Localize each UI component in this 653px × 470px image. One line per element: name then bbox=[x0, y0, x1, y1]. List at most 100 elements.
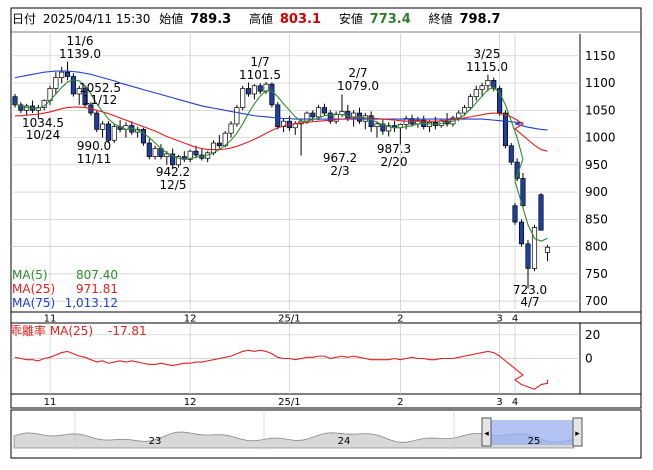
annotation-date: 2/3 bbox=[330, 164, 349, 178]
chart-svg: 1150 1100 1050 1000 950 900 850 800 750 700 11 11 12… bbox=[10, 7, 642, 459]
deviation-tick-label: 20 bbox=[585, 328, 600, 342]
candle-down bbox=[525, 243, 531, 269]
month-tick-label: 11 bbox=[44, 314, 57, 325]
deviation-legend-value: -17.81 bbox=[108, 324, 147, 338]
candle-down bbox=[70, 76, 76, 95]
deviation-legend-name: 乖離率 MA(25) bbox=[10, 323, 93, 338]
candle-up bbox=[100, 123, 106, 130]
candle-down bbox=[12, 96, 18, 106]
month-tick-label: 4 bbox=[512, 314, 518, 325]
deviation-tick-label: 0 bbox=[585, 352, 593, 366]
annotation-price: 1079.0 bbox=[337, 79, 379, 93]
month-tick-label: 11 bbox=[44, 397, 57, 408]
price-tick-label: 900 bbox=[585, 185, 608, 199]
candle-up bbox=[462, 107, 468, 114]
navigator-right-handle[interactable]: ▸ bbox=[572, 417, 583, 447]
annotation-date: 2/20 bbox=[381, 155, 408, 169]
ma-legend-name: MA(5) bbox=[12, 268, 48, 282]
candle-up bbox=[152, 148, 158, 157]
annotation-date: 11/6 bbox=[67, 34, 94, 48]
annotation-price: 1101.5 bbox=[239, 68, 281, 82]
x-axis-strip bbox=[10, 311, 642, 324]
candle-down bbox=[257, 85, 263, 92]
candle-up bbox=[228, 123, 234, 134]
ma-legend-name: MA(25) bbox=[12, 282, 55, 296]
annotation-date: 11/11 bbox=[77, 152, 112, 166]
price-tick-label: 1000 bbox=[585, 131, 616, 145]
annotation-price: 1115.0 bbox=[466, 60, 508, 74]
ma-legend-value: 1,013.12 bbox=[65, 296, 118, 310]
candle-down bbox=[518, 221, 525, 245]
month-tick-label: 4 bbox=[512, 397, 518, 408]
price-tick-label: 750 bbox=[585, 267, 608, 281]
annotation-date: 4/7 bbox=[520, 295, 539, 309]
candle-up bbox=[479, 85, 485, 90]
candle-up bbox=[111, 126, 117, 141]
annotation-price: 990.0 bbox=[77, 139, 111, 153]
annotation-price: 967.2 bbox=[323, 151, 357, 165]
annotation-date: 10/24 bbox=[26, 128, 61, 142]
navigator-right-handle-glyph[interactable]: ▸ bbox=[575, 429, 580, 439]
candle-down bbox=[269, 83, 275, 106]
price-tick-label: 950 bbox=[585, 158, 608, 172]
navigator-year-label: 25 bbox=[528, 436, 541, 447]
ma-legend-value: 971.81 bbox=[76, 282, 118, 296]
annotation-date: 3/25 bbox=[474, 47, 501, 61]
candle-down bbox=[512, 205, 518, 223]
candle-up bbox=[234, 107, 240, 125]
candle-down bbox=[146, 142, 152, 157]
annotation-date: 11/12 bbox=[83, 93, 118, 107]
annotation-price: 987.3 bbox=[377, 142, 411, 156]
candle-down bbox=[94, 112, 100, 130]
candle-up bbox=[292, 123, 298, 129]
navigator-year-label: 24 bbox=[338, 436, 351, 447]
candle-up bbox=[59, 71, 65, 78]
price-tick-label: 1100 bbox=[585, 76, 616, 90]
price-tick-label: 1150 bbox=[585, 49, 616, 63]
candle-up bbox=[164, 153, 170, 157]
candle-down bbox=[193, 150, 199, 156]
candle-down bbox=[502, 112, 509, 147]
price-tick-label: 1050 bbox=[585, 103, 616, 117]
ma-legend-value: 807.40 bbox=[76, 268, 118, 282]
candle-down bbox=[140, 129, 147, 144]
annotation-date: 2/7 bbox=[348, 66, 367, 80]
price-tick-label: 850 bbox=[585, 212, 608, 226]
candle-up bbox=[473, 89, 479, 98]
month-tick-label: 25/1 bbox=[278, 397, 300, 408]
candle-down bbox=[310, 112, 316, 118]
deviation-line bbox=[14, 349, 549, 390]
price-tick-label: 800 bbox=[585, 240, 608, 254]
ma-legend-name: MA(75) bbox=[12, 296, 55, 310]
candle-up bbox=[467, 96, 473, 108]
candle-up bbox=[240, 88, 246, 108]
candle-up bbox=[374, 123, 380, 128]
navigator-left-handle-glyph[interactable]: ◂ bbox=[484, 429, 489, 439]
month-tick-label: 3 bbox=[496, 314, 502, 325]
annotation-price: 1139.0 bbox=[59, 47, 101, 61]
month-tick-label: 2 bbox=[397, 397, 403, 408]
candle-up bbox=[53, 77, 59, 89]
x-axis-strip-2 bbox=[10, 393, 642, 409]
month-tick-label: 2 bbox=[397, 314, 403, 325]
candle-down bbox=[216, 142, 222, 147]
annotation-date: 1/7 bbox=[250, 55, 269, 69]
candle-down bbox=[64, 71, 71, 77]
candle-down bbox=[321, 107, 328, 114]
navigator-year-label: 23 bbox=[149, 436, 162, 447]
month-tick-label: 3 bbox=[496, 397, 502, 408]
annotation-date: 12/5 bbox=[160, 178, 187, 192]
navigator-left-handle[interactable]: ◂ bbox=[481, 417, 492, 447]
candle-up bbox=[531, 227, 538, 269]
candle-down bbox=[105, 123, 111, 141]
month-tick-label: 12 bbox=[184, 397, 197, 408]
month-tick-label: 12 bbox=[184, 314, 197, 325]
chart-window: 日付 2025/04/11 15:30 始値 789.3 高値 803.1 安値… bbox=[0, 0, 653, 470]
candle-up bbox=[485, 79, 491, 87]
candle-down bbox=[508, 145, 514, 163]
candle-down bbox=[538, 194, 544, 231]
candle-up bbox=[304, 112, 310, 122]
month-tick-label: 25/1 bbox=[278, 314, 300, 325]
candle-down bbox=[245, 88, 252, 95]
candle-up bbox=[316, 107, 322, 118]
